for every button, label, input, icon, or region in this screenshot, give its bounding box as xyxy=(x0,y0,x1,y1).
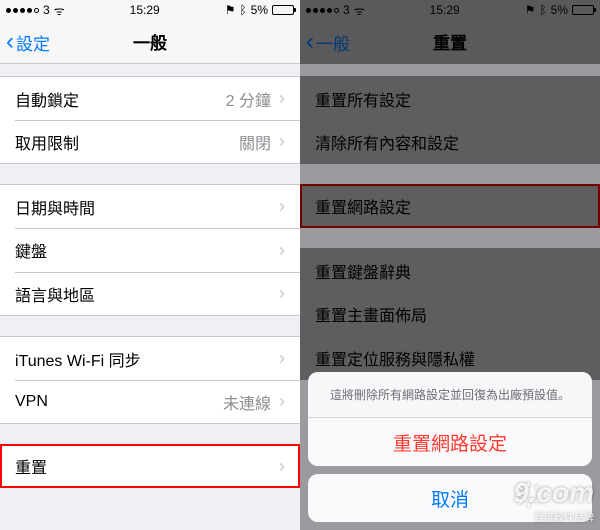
action-sheet: 這將刪除所有網路設定並回復為出廠預設值。 重置網路設定 取消 xyxy=(308,372,592,522)
nav-bar: ‹ 一般 重置 xyxy=(300,20,600,64)
chevron-right-icon: › xyxy=(279,131,285,152)
status-bar: 3 ᯤ 15:29 ⚑ ᛒ 5% xyxy=(0,0,300,20)
chevron-right-icon: › xyxy=(279,456,285,477)
row-value: 2 分鐘 xyxy=(226,87,271,111)
back-button[interactable]: ‹ 設定 xyxy=(6,20,50,64)
row-label: 重置鍵盤辭典 xyxy=(315,259,585,283)
battery-icon xyxy=(272,5,294,15)
bluetooth-icon: ᛒ xyxy=(239,3,246,17)
row-label: 重置 xyxy=(15,454,279,478)
page-title: 重置 xyxy=(433,29,467,54)
alarm-icon: ⚑ xyxy=(525,3,536,17)
row-label: iTunes Wi-Fi 同步 xyxy=(15,347,279,371)
signal-icon xyxy=(306,8,339,13)
page-title: 一般 xyxy=(133,29,167,54)
nav-bar: ‹ 設定 一般 xyxy=(0,20,300,64)
chevron-right-icon: › xyxy=(279,348,285,369)
chevron-right-icon: › xyxy=(279,240,285,261)
battery-pct: 5% xyxy=(551,3,568,17)
cancel-button[interactable]: 取消 xyxy=(308,474,592,522)
row-reset-keyboard[interactable]: 重置鍵盤辭典 xyxy=(300,248,600,292)
row-date-time[interactable]: 日期與時間 › xyxy=(0,184,300,228)
row-label: 重置網路設定 xyxy=(315,194,585,218)
alarm-icon: ⚑ xyxy=(225,3,236,17)
wifi-icon: ᯤ xyxy=(354,2,365,19)
clock: 15:29 xyxy=(430,3,460,17)
back-label: 設定 xyxy=(16,30,50,55)
row-label: 重置主畫面佈局 xyxy=(315,302,585,326)
row-label: 取用限制 xyxy=(15,130,239,154)
row-label: 自動鎖定 xyxy=(15,87,226,111)
row-value: 關閉 xyxy=(239,130,271,154)
row-reset-home[interactable]: 重置主畫面佈局 xyxy=(300,292,600,336)
status-bar: 3 ᯤ 15:29 ⚑ ᛒ 5% xyxy=(300,0,600,20)
carrier-label: 3 xyxy=(43,3,50,17)
row-value: 未連線 xyxy=(223,390,271,414)
chevron-right-icon: › xyxy=(279,391,285,412)
battery-icon xyxy=(572,5,594,15)
chevron-right-icon: › xyxy=(279,88,285,109)
back-button[interactable]: ‹ 一般 xyxy=(306,20,350,64)
confirm-reset-button[interactable]: 重置網路設定 xyxy=(308,418,592,466)
screen-reset: 3 ᯤ 15:29 ⚑ ᛒ 5% ‹ 一般 重置 重置所有設定 清除所有內容和設… xyxy=(300,0,600,530)
row-label: 鍵盤 xyxy=(15,238,279,262)
row-keyboard[interactable]: 鍵盤 › xyxy=(0,228,300,272)
row-lang-region[interactable]: 語言與地區 › xyxy=(0,272,300,316)
row-label: 重置所有設定 xyxy=(315,87,585,111)
clock: 15:29 xyxy=(130,3,160,17)
carrier-label: 3 xyxy=(343,3,350,17)
row-reset-network[interactable]: 重置網路設定 xyxy=(300,184,600,228)
chevron-right-icon: › xyxy=(279,283,285,304)
sheet-message: 這將刪除所有網路設定並回復為出廠預設值。 xyxy=(308,372,592,418)
signal-icon xyxy=(6,8,39,13)
row-itunes-wifi[interactable]: iTunes Wi-Fi 同步 › xyxy=(0,336,300,380)
battery-pct: 5% xyxy=(251,3,268,17)
row-auto-lock[interactable]: 自動鎖定 2 分鐘 › xyxy=(0,76,300,120)
chevron-right-icon: › xyxy=(279,196,285,217)
row-erase-all[interactable]: 清除所有內容和設定 xyxy=(300,120,600,164)
row-label: 日期與時間 xyxy=(15,195,279,219)
row-vpn[interactable]: VPN 未連線 › xyxy=(0,380,300,424)
bluetooth-icon: ᛒ xyxy=(539,3,546,17)
row-restrictions[interactable]: 取用限制 關閉 › xyxy=(0,120,300,164)
row-label: 重置定位服務與隱私權 xyxy=(315,346,585,370)
row-label: 清除所有內容和設定 xyxy=(315,130,585,154)
row-label: 語言與地區 xyxy=(15,282,279,306)
row-reset[interactable]: 重置 › xyxy=(0,444,300,488)
row-reset-all[interactable]: 重置所有設定 xyxy=(300,76,600,120)
wifi-icon: ᯤ xyxy=(54,2,65,19)
chevron-left-icon: ‹ xyxy=(306,30,314,54)
screen-general-settings: 3 ᯤ 15:29 ⚑ ᛒ 5% ‹ 設定 一般 自動鎖定 2 分鐘 › 取用限… xyxy=(0,0,300,530)
chevron-left-icon: ‹ xyxy=(6,30,14,54)
row-label: VPN xyxy=(15,393,223,411)
back-label: 一般 xyxy=(316,30,350,55)
